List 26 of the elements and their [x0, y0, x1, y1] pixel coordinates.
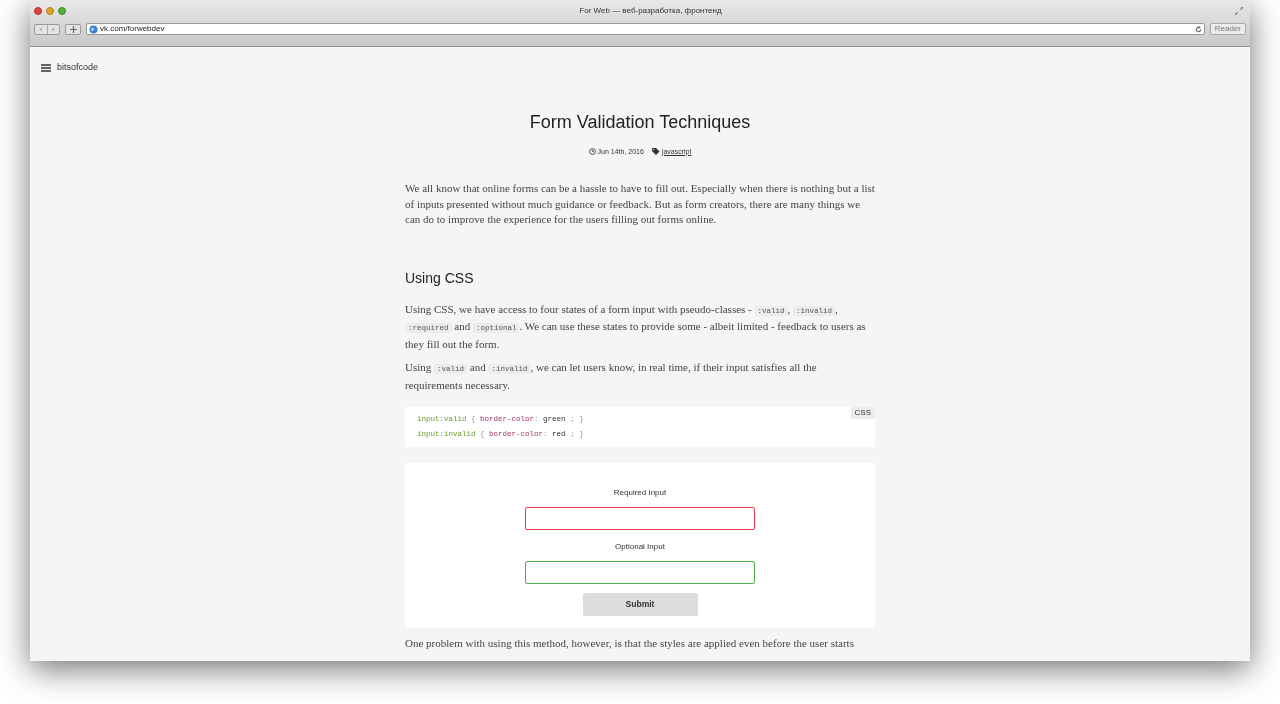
- field-label: Required Input: [613, 487, 667, 499]
- add-tab-button[interactable]: [65, 23, 81, 35]
- article-title: Form Validation Techniques: [528, 110, 752, 134]
- plus-icon: [69, 25, 77, 33]
- field-label: Optional Input: [615, 541, 665, 553]
- zoom-button[interactable]: [58, 7, 66, 15]
- back-forward-buttons[interactable]: [34, 23, 60, 35]
- paragraph: One problem with using this method, however, is that the styles are applied even before the user starts: [405, 636, 855, 651]
- minimize-button[interactable]: [46, 7, 54, 15]
- globe-icon: [89, 24, 98, 34]
- input-field[interactable]: [525, 561, 755, 584]
- reader-button[interactable]: Reader: [1209, 23, 1246, 35]
- site-name-link[interactable]: bitsofcode: [57, 61, 99, 75]
- reload-icon[interactable]: [1194, 25, 1202, 33]
- input-field[interactable]: [525, 507, 755, 530]
- menu-icon[interactable]: [41, 63, 51, 72]
- address-bar[interactable]: vk.com/forwebdev: [86, 23, 1205, 35]
- close-button[interactable]: [34, 7, 42, 15]
- tag-icon: [651, 148, 660, 156]
- section-heading: Using CSS: [405, 268, 475, 288]
- paragraph: We all know that online forms can be a hassle to have to fill out. Especially when there is nothing but a list of inputs presented without much guidance or feedback. But as form creators, there are many things we can do to improve the experience for the users filling out forms online.: [405, 181, 875, 227]
- fullscreen-icon[interactable]: [1235, 7, 1243, 15]
- submit-button[interactable]: Submit: [582, 593, 698, 616]
- window-title: For Web — веб-разработка, фронтенд: [579, 6, 722, 15]
- clock-icon: [588, 148, 596, 156]
- language-label: CSS: [850, 407, 875, 419]
